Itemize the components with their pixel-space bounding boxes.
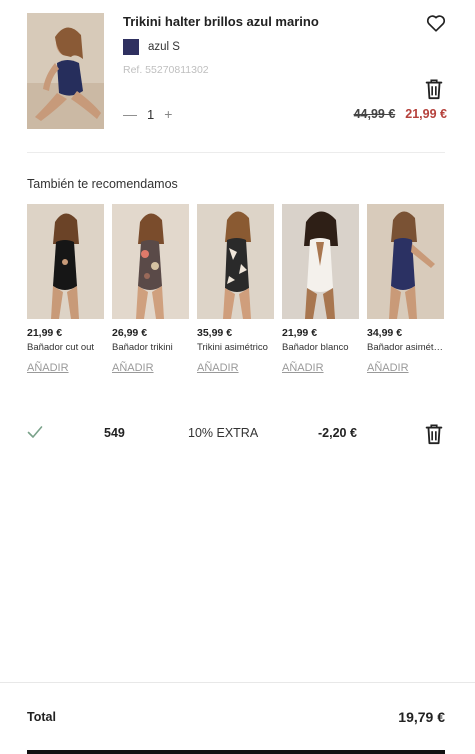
add-button[interactable]: AÑADIR xyxy=(112,362,189,374)
plus-icon[interactable]: + xyxy=(164,106,172,122)
recommendation-card[interactable]: 26,99 € Bañador trikini AÑADIR xyxy=(112,204,189,374)
product-image[interactable] xyxy=(367,204,444,319)
product-image[interactable] xyxy=(27,204,104,319)
product-image[interactable] xyxy=(197,204,274,319)
cart-item: Trikini halter brillos azul marino azul … xyxy=(27,13,447,133)
recommendation-price: 35,99 € xyxy=(197,327,233,339)
recommendations-list: 21,99 € Bañador cut out AÑADIR 26,99 € B… xyxy=(27,204,444,374)
recommendation-card[interactable]: 34,99 € Bañador asimétrico AÑADIR xyxy=(367,204,444,374)
add-button[interactable]: AÑADIR xyxy=(282,362,359,374)
recommendation-price: 26,99 € xyxy=(112,327,148,339)
trash-icon[interactable] xyxy=(423,77,445,101)
color-swatch xyxy=(123,39,139,55)
total-label: Total xyxy=(27,710,56,724)
recommendation-card[interactable]: 35,99 € Trikini asimétrico AÑADIR xyxy=(197,204,274,374)
add-button[interactable]: AÑADIR xyxy=(367,362,444,374)
price-group: 44,99 € 21,99 € xyxy=(354,107,447,121)
recommendation-price: 21,99 € xyxy=(27,327,63,339)
discount-row: 549 10% EXTRA -2,20 € xyxy=(27,422,447,446)
quantity-stepper: — 1 + xyxy=(123,106,172,122)
variant-info: azul S xyxy=(123,39,180,55)
recommendation-name: Bañador blanco xyxy=(282,342,349,353)
add-button[interactable]: AÑADIR xyxy=(27,362,104,374)
recommendation-name: Bañador cut out xyxy=(27,342,95,353)
discount-label: 10% EXTRA xyxy=(188,426,259,440)
total-value: 19,79 € xyxy=(398,709,445,725)
divider xyxy=(0,682,475,683)
recommendation-name: Trikini asimétrico xyxy=(197,342,268,353)
add-button[interactable]: AÑADIR xyxy=(197,362,274,374)
product-thumbnail[interactable] xyxy=(27,13,104,129)
recommendations-title: También te recomendamos xyxy=(27,177,178,191)
product-image[interactable] xyxy=(112,204,189,319)
original-price: 44,99 € xyxy=(353,107,396,121)
product-reference: Ref. 55270811302 xyxy=(123,64,209,76)
heart-icon[interactable] xyxy=(425,12,447,34)
checkout-button[interactable] xyxy=(27,750,445,754)
recommendation-name: Bañador trikini xyxy=(112,342,173,353)
variant-label: azul S xyxy=(148,41,180,53)
sale-price: 21,99 € xyxy=(405,107,447,121)
product-title[interactable]: Trikini halter brillos azul marino xyxy=(123,14,319,29)
product-image[interactable] xyxy=(282,204,359,319)
recommendation-name: Bañador asimétrico xyxy=(367,342,444,353)
divider xyxy=(27,152,445,153)
recommendation-price: 21,99 € xyxy=(282,327,318,339)
quantity-value: 1 xyxy=(147,106,155,122)
recommendation-card[interactable]: 21,99 € Bañador cut out AÑADIR xyxy=(27,204,104,374)
check-icon xyxy=(27,426,43,438)
minus-icon[interactable]: — xyxy=(123,106,137,122)
discount-amount: -2,20 € xyxy=(318,426,357,440)
recommendation-card[interactable]: 21,99 € Bañador blanco AÑADIR xyxy=(282,204,359,374)
trash-icon[interactable] xyxy=(423,422,445,446)
recommendation-price: 34,99 € xyxy=(367,327,403,339)
points-value: 549 xyxy=(104,426,125,440)
